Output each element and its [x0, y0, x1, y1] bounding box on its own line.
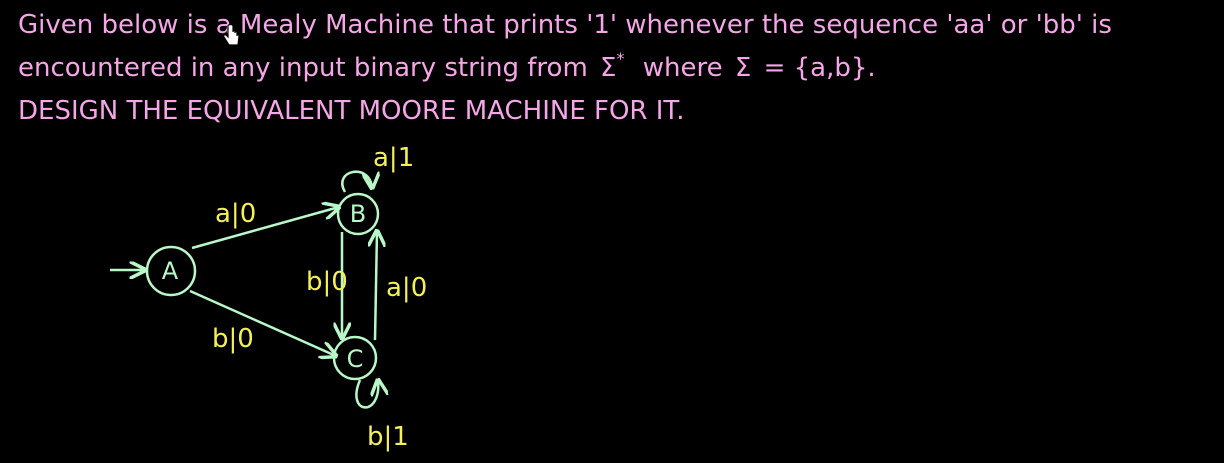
label-a-to-c: b|0 — [212, 324, 254, 354]
state-a-label: A — [162, 257, 179, 285]
label-a-to-b: a|0 — [215, 199, 256, 229]
mealy-machine-diagram: A B C a|0 b|0 b|0 a|0 a|1 b|1 — [110, 143, 427, 452]
label-b-to-c: b|0 — [306, 267, 348, 297]
state-b: B — [336, 192, 380, 236]
state-b-label: B — [350, 200, 366, 228]
label-self-loop-b: a|1 — [373, 143, 414, 173]
hand-pointer-icon — [223, 24, 240, 46]
state-a: A — [145, 245, 197, 297]
label-c-to-b: a|0 — [386, 273, 427, 303]
self-loop-c — [355, 380, 378, 409]
label-self-loop-c: b|1 — [367, 422, 409, 452]
state-c: C — [332, 335, 378, 381]
self-loop-b — [341, 170, 372, 193]
state-c-label: C — [347, 345, 364, 373]
edge-c-to-b — [375, 231, 377, 341]
